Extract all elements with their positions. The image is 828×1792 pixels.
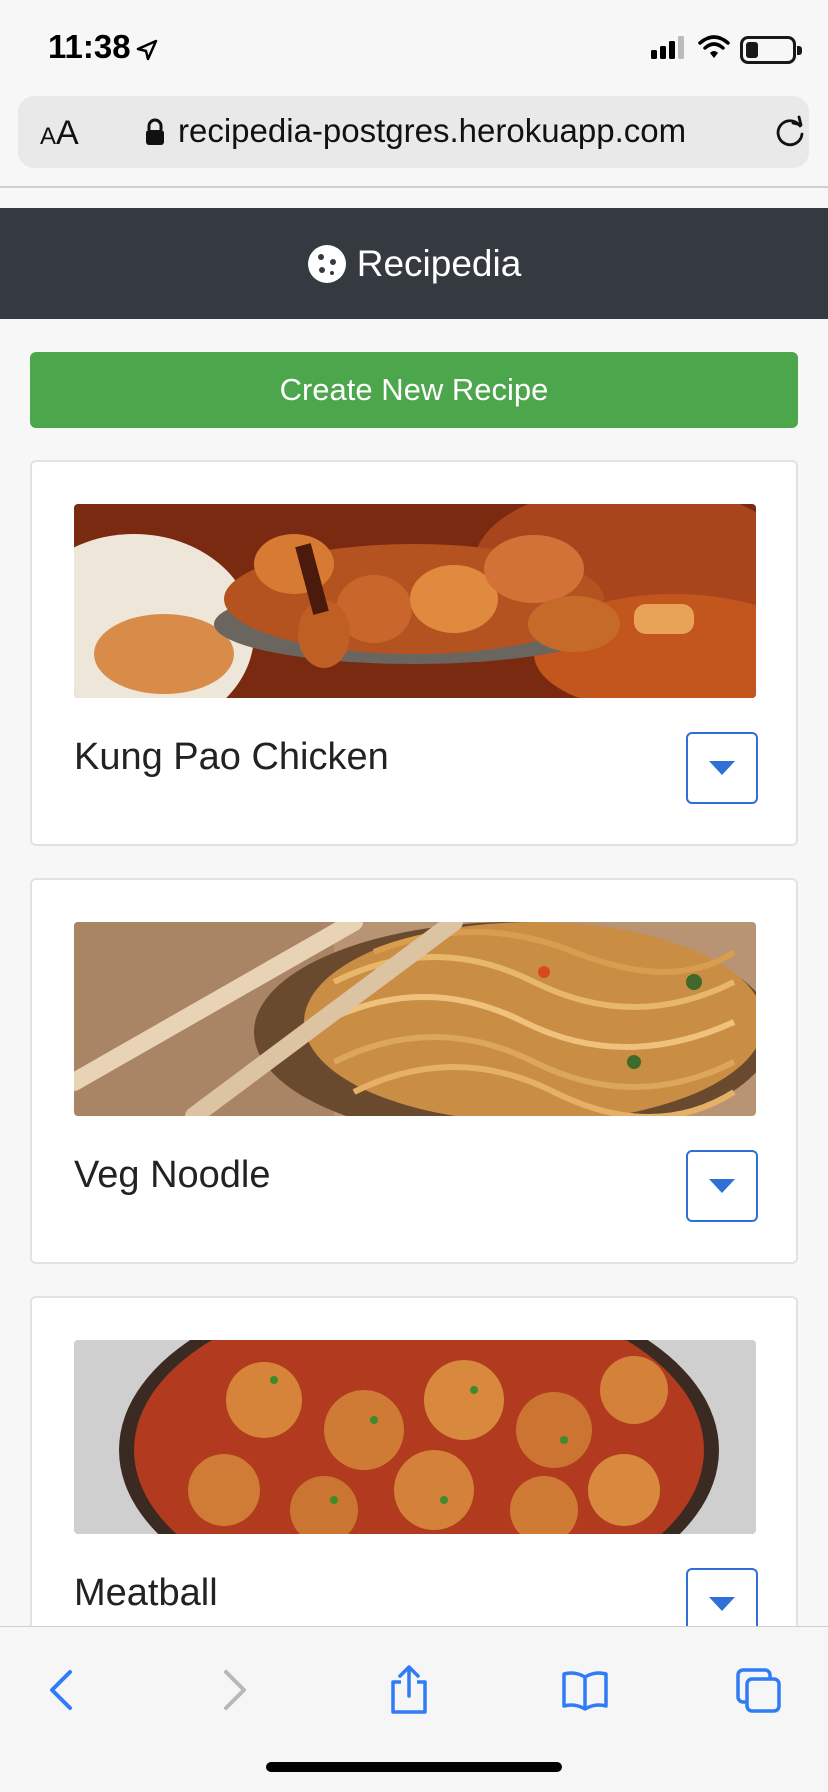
status-bar: 11:38: [0, 0, 828, 92]
status-time: 11:38: [48, 28, 131, 65]
cellular-signal-icon: [651, 36, 687, 65]
expand-recipe-button[interactable]: [686, 732, 758, 804]
text-size-button[interactable]: AA: [40, 114, 79, 153]
expand-recipe-button[interactable]: [686, 1150, 758, 1222]
caret-down-icon: [709, 1179, 735, 1193]
recipe-title[interactable]: Meatball: [74, 1572, 218, 1615]
battery-icon: [740, 36, 802, 64]
address-divider: [0, 186, 828, 188]
caret-down-icon: [709, 1597, 735, 1611]
brand-link[interactable]: Recipedia: [307, 242, 522, 285]
home-indicator: [266, 1762, 562, 1772]
recipe-image: [74, 922, 756, 1116]
url-text[interactable]: recipedia-postgres.herokuapp.com: [178, 112, 686, 150]
lock-icon: [144, 118, 166, 151]
location-arrow-icon: [135, 38, 159, 67]
cookie-icon: [307, 244, 346, 283]
forward-icon[interactable]: [200, 1655, 270, 1725]
recipe-card: Meatball: [30, 1296, 798, 1682]
recipe-card: Kung Pao Chicken: [30, 460, 798, 846]
recipe-title[interactable]: Kung Pao Chicken: [74, 736, 389, 779]
brand-name: Recipedia: [356, 242, 522, 284]
tabs-icon[interactable]: [724, 1655, 794, 1725]
reload-icon[interactable]: [772, 114, 808, 155]
wifi-icon: [698, 34, 730, 65]
recipe-image: [74, 504, 756, 698]
share-icon[interactable]: [374, 1655, 444, 1725]
address-bar[interactable]: AA recipedia-postgres.herokuapp.com: [18, 96, 809, 168]
create-new-recipe-button[interactable]: Create New Recipe: [30, 352, 798, 428]
caret-down-icon: [709, 761, 735, 775]
recipe-title[interactable]: Veg Noodle: [74, 1154, 271, 1197]
recipe-image: [74, 1340, 756, 1534]
bookmarks-icon[interactable]: [550, 1655, 620, 1725]
navbar: Recipedia: [0, 208, 828, 319]
back-icon[interactable]: [26, 1655, 96, 1725]
recipe-card: Veg Noodle: [30, 878, 798, 1264]
